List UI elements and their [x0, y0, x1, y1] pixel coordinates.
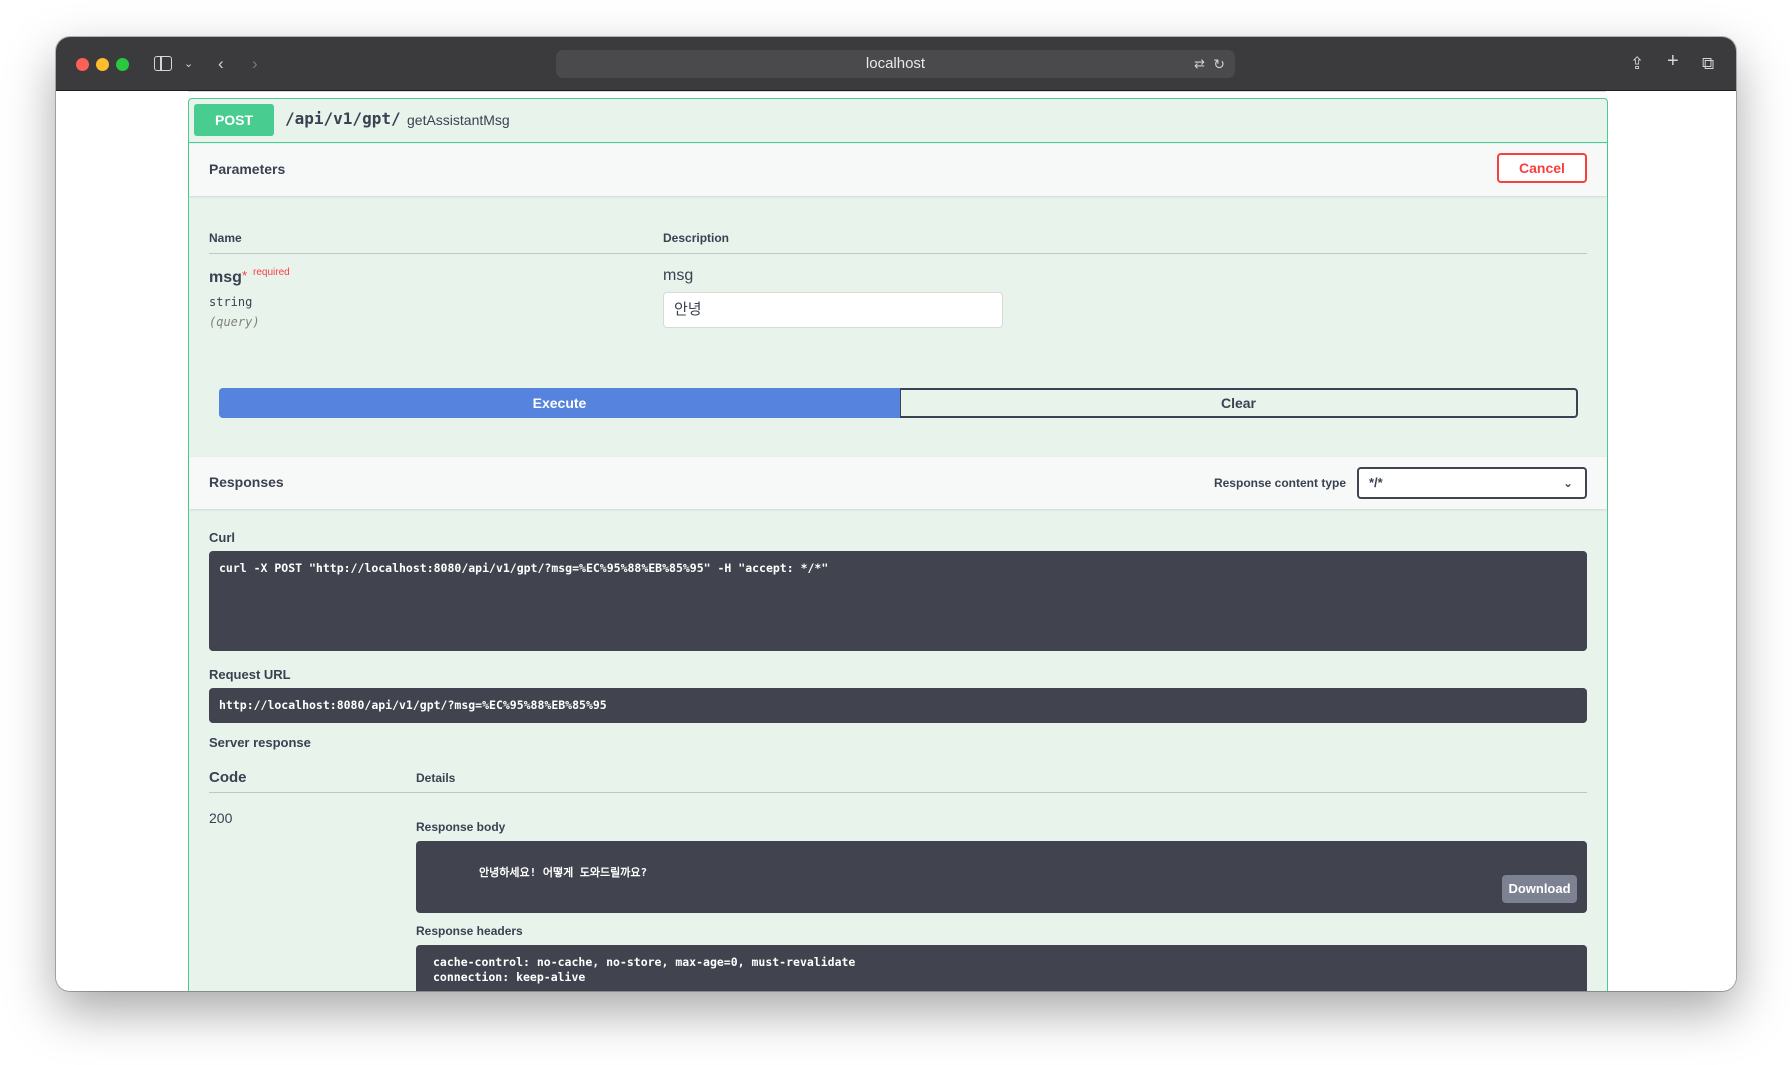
request-url-label: Request URL [209, 667, 291, 682]
clear-button[interactable]: Clear [900, 388, 1578, 418]
msg-input[interactable]: 안녕 [663, 292, 1003, 328]
operation-block: POST /api/v1/gpt/ getAssistantMsg Parame… [188, 98, 1608, 991]
translate-icon[interactable]: ⇄ [1194, 50, 1205, 78]
content-type-value: */* [1369, 475, 1383, 490]
response-status-code: 200 [209, 810, 233, 826]
response-headers-label: Response headers [416, 924, 523, 938]
response-body-label: Response body [416, 820, 506, 834]
response-body: 안녕하세요! 어떻게 도와드릴까요? Download [416, 841, 1587, 913]
download-button[interactable]: Download [1502, 875, 1577, 903]
zoom-window-button[interactable] [116, 58, 129, 71]
header-line: connection: keep-alive [433, 970, 586, 984]
chevron-down-icon[interactable]: ⌄ [184, 54, 193, 74]
close-window-button[interactable] [76, 58, 89, 71]
required-star: * [242, 268, 248, 283]
server-response-label: Server response [209, 735, 311, 750]
address-bar[interactable]: localhost ⇄ ↻ [556, 50, 1235, 78]
share-icon[interactable]: ⇪ [1630, 54, 1644, 74]
back-icon[interactable]: ‹ [218, 54, 224, 74]
title-bar: ⌄ ‹ › localhost ⇄ ↻ ⇪ + ⧉ [56, 37, 1736, 91]
param-type: string [209, 295, 253, 309]
param-description: msg [663, 267, 694, 284]
method-badge: POST [194, 104, 274, 136]
address-text: localhost [865, 55, 926, 72]
response-content-type-select[interactable]: */* ⌄ [1357, 467, 1587, 499]
reload-icon[interactable]: ↻ [1213, 50, 1225, 78]
page-content: POST /api/v1/gpt/ getAssistantMsg Parame… [56, 91, 1736, 991]
divider [209, 792, 1587, 793]
header-line: cache-control: no-cache, no-store, max-a… [433, 955, 856, 969]
new-tab-icon[interactable]: + [1667, 51, 1679, 71]
response-headers: cache-control: no-cache, no-store, max-a… [416, 945, 1587, 991]
tab-overview-icon[interactable]: ⧉ [1702, 54, 1714, 74]
minimize-window-button[interactable] [96, 58, 109, 71]
operation-summary[interactable]: POST /api/v1/gpt/ getAssistantMsg [189, 99, 1607, 143]
divider [209, 253, 1587, 254]
param-name: msg [209, 269, 242, 286]
response-content-type-label: Response content type [1213, 476, 1346, 490]
responses-title: Responses [209, 474, 284, 490]
operation-path: /api/v1/gpt/ [285, 109, 401, 128]
details-column-header: Details [416, 771, 456, 785]
description-column-header: Description [663, 231, 730, 245]
required-label: required [253, 267, 290, 278]
parameters-title: Parameters [209, 161, 286, 177]
request-url: http://localhost:8080/api/v1/gpt/?msg=%E… [209, 688, 1587, 723]
sidebar-toggle-icon[interactable] [154, 56, 172, 71]
execute-button[interactable]: Execute [219, 388, 900, 418]
forward-icon[interactable]: › [252, 54, 258, 74]
parameters-header: Parameters Cancel [189, 144, 1607, 196]
divider [188, 91, 1606, 92]
curl-label: Curl [209, 530, 235, 545]
browser-window: ⌄ ‹ › localhost ⇄ ↻ ⇪ + ⧉ POST /api/v1/g… [56, 37, 1736, 991]
curl-command: curl -X POST "http://localhost:8080/api/… [209, 551, 1587, 651]
param-location: (query) [209, 315, 260, 329]
operation-summary-text: getAssistantMsg [407, 112, 510, 128]
responses-header: Responses Response content type */* ⌄ [189, 457, 1607, 509]
name-column-header: Name [209, 231, 242, 245]
code-column-header: Code [209, 769, 247, 786]
cancel-button[interactable]: Cancel [1497, 153, 1587, 183]
chevron-down-icon: ⌄ [1562, 476, 1573, 490]
response-body-text: 안녕하세요! 어떻게 도와드릴까요? [478, 866, 648, 879]
